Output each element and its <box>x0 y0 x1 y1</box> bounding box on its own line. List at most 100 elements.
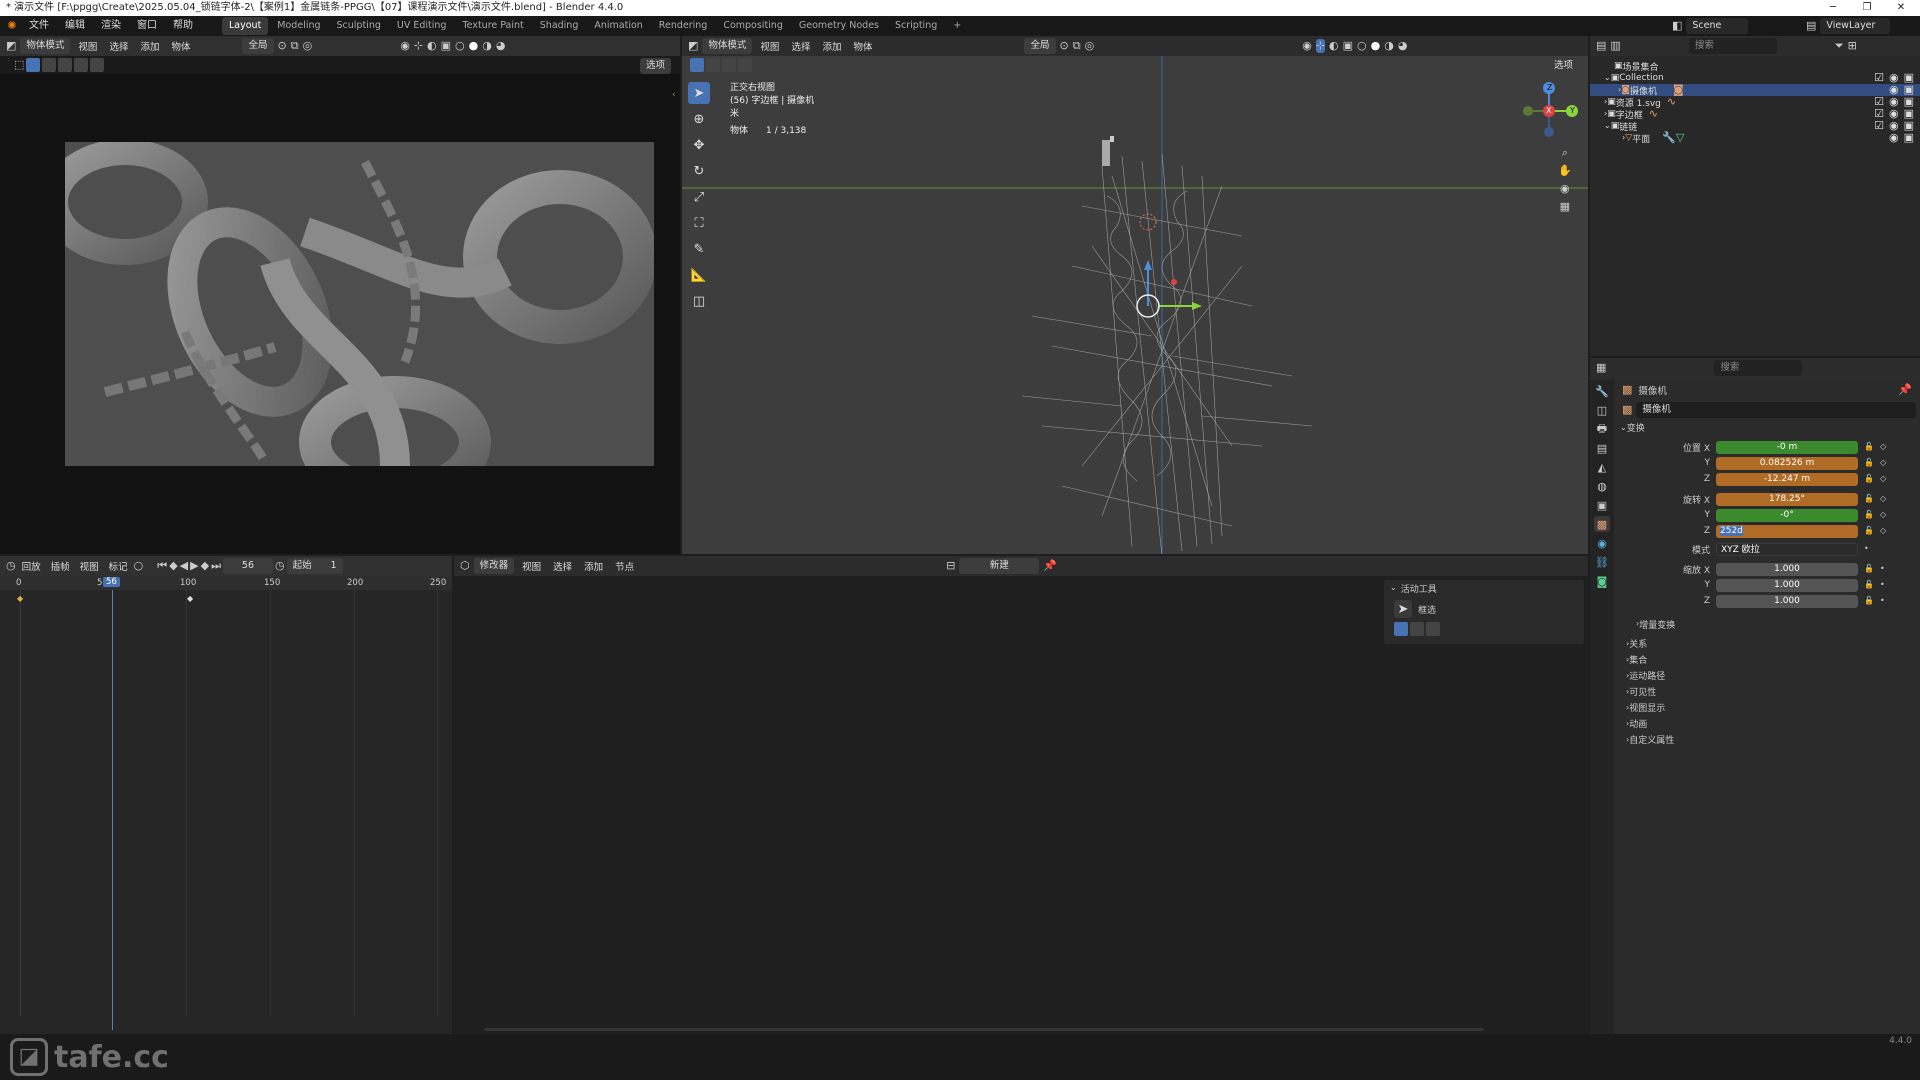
object-type-icon[interactable]: ▩ <box>1622 403 1632 417</box>
eye-icon[interactable]: ◉ <box>1889 131 1899 145</box>
jump-end-icon[interactable]: ⏭ <box>211 559 221 573</box>
workspace-tab-uv-editing[interactable]: UV Editing <box>390 17 454 35</box>
select-invert-icon[interactable] <box>74 58 89 72</box>
move-tool-icon[interactable]: ✥ <box>688 134 710 156</box>
menu-view[interactable]: 视图 <box>76 559 103 573</box>
mode-dropdown[interactable]: 物体模式 <box>20 38 71 54</box>
keyframe-dot-icon[interactable]: • <box>1880 578 1885 592</box>
cursor-tool-icon[interactable]: ⊕ <box>688 108 710 130</box>
physics-tab-icon[interactable]: ◉ <box>1594 535 1610 551</box>
collection-tab-icon[interactable]: ▣ <box>1594 497 1610 513</box>
keyframe-icon[interactable]: ◇ <box>1880 524 1886 538</box>
select-subtract-icon[interactable] <box>58 58 73 72</box>
node-menu-add[interactable]: 添加 <box>580 559 607 573</box>
overlay-icon[interactable]: ◐ <box>427 39 437 53</box>
keyframe-1-icon[interactable]: ◆ <box>17 594 23 603</box>
options-button[interactable]: 选项 <box>640 58 672 74</box>
mode-subtract-icon[interactable] <box>1426 622 1440 636</box>
node-editor-type-icon[interactable]: ⬡ <box>460 559 470 573</box>
transform-section-header[interactable]: ⌄ 变换 <box>1616 420 1916 436</box>
timeline-editor-icon[interactable]: ◷ <box>6 559 16 573</box>
outliner-row-svg[interactable]: › ▣ 资源 1.svg ∿ ☑ ◉ ▣ <box>1590 95 1920 109</box>
scene-tab-icon[interactable]: ◭ <box>1594 459 1610 475</box>
editor-type-icon[interactable]: ◩ <box>6 39 16 53</box>
scene-icon[interactable]: ◧ <box>1672 19 1682 33</box>
keyframe-icon[interactable]: ◇ <box>1880 440 1886 454</box>
custom-properties-section[interactable]: › 自定义属性 <box>1616 732 1916 748</box>
clock-icon[interactable]: ◷ <box>275 559 285 573</box>
viewlayer-selector[interactable]: ViewLayer <box>1820 18 1891 34</box>
frame-ruler[interactable] <box>0 576 452 590</box>
select-new-icon[interactable] <box>26 58 41 72</box>
animation-section[interactable]: › 动画 <box>1616 716 1916 732</box>
node-tree-icon[interactable]: ⊟ <box>946 559 955 573</box>
menu-keying[interactable]: 插帧 <box>47 559 74 573</box>
node-menu-node[interactable]: 节点 <box>611 559 638 573</box>
keyframe-icon[interactable]: ◇ <box>1880 472 1886 486</box>
menu-select[interactable]: 选择 <box>105 39 132 53</box>
select-extend-icon[interactable] <box>42 58 57 72</box>
next-key-icon[interactable]: ◆ <box>201 559 209 573</box>
viewlayer-icon[interactable]: ▤ <box>1806 19 1816 33</box>
collapse-arrow-icon[interactable]: ⌄ <box>1390 581 1397 595</box>
properties-type-icon[interactable]: ▦ <box>1596 361 1606 375</box>
new-node-tree-button[interactable]: 新建 <box>959 558 1040 574</box>
record-icon[interactable]: ○ <box>134 559 144 573</box>
pin-icon[interactable]: 📌 <box>1043 559 1057 573</box>
rotate-tool-icon[interactable]: ↻ <box>688 160 710 182</box>
view-layer-tab-icon[interactable]: ▤ <box>1594 440 1610 456</box>
keyframe-dot-icon[interactable]: • <box>1880 562 1885 576</box>
menu-edit[interactable]: 编辑 <box>58 16 92 36</box>
xray-icon[interactable]: ▣ <box>441 39 451 53</box>
workspace-tab-shading[interactable]: Shading <box>533 17 586 35</box>
keyframe-2-icon[interactable]: ◆ <box>187 594 193 603</box>
add-cube-tool-icon[interactable]: ◫ <box>688 290 710 312</box>
outliner-row-camera[interactable]: › ◙ 摄像机 ◙ ◉ ▣ <box>1590 83 1920 97</box>
outliner-search-input[interactable]: 搜索 <box>1688 38 1777 54</box>
outliner-type-icon[interactable]: ▤ <box>1596 39 1606 53</box>
workspace-tab-scripting[interactable]: Scripting <box>888 17 944 35</box>
select-intersect-icon[interactable] <box>90 58 105 72</box>
delta-transform-section[interactable]: › 增量变换 <box>1616 616 1916 632</box>
minimize-button[interactable]: ─ <box>1818 0 1848 16</box>
play-icon[interactable]: ▶ <box>190 559 198 573</box>
expand-arrow-icon[interactable]: ⌄ <box>1604 71 1611 85</box>
menu-playback[interactable]: 回放 <box>18 559 45 573</box>
lock-icon[interactable]: 🔓 <box>1864 508 1874 522</box>
node-menu-select[interactable]: 选择 <box>549 559 576 573</box>
outliner-row-collection[interactable]: ⌄ ▣ Collection ☑ ◉ ▣ <box>1590 71 1920 85</box>
new-collection-icon[interactable]: ⊞ <box>1848 39 1857 53</box>
shading-material-icon[interactable]: ◑ <box>482 39 492 53</box>
render-tab-icon[interactable]: ◫ <box>1594 402 1610 418</box>
transform-tool-icon[interactable]: ⛶ <box>688 212 710 234</box>
maximize-button[interactable]: ❐ <box>1852 0 1882 16</box>
viewport-display-section[interactable]: › 视图显示 <box>1616 700 1916 716</box>
scene-selector[interactable]: Scene <box>1686 18 1749 34</box>
menu-view[interactable]: 视图 <box>74 39 101 53</box>
keyframe-icon[interactable]: ◇ <box>1880 456 1886 470</box>
world-tab-icon[interactable]: ◍ <box>1594 478 1610 494</box>
mode-new-icon[interactable] <box>1394 622 1408 636</box>
collapse-arrow-icon[interactable]: ‹ <box>672 88 676 102</box>
lock-icon[interactable]: 🔓 <box>1864 562 1874 576</box>
location-z-field[interactable]: -12.247 m <box>1716 472 1858 486</box>
menu-window[interactable]: 窗口 <box>130 16 164 36</box>
playhead-line[interactable] <box>112 590 113 1030</box>
scale-y-field[interactable]: 1.000 <box>1716 578 1858 592</box>
expand-arrow-icon[interactable]: ⌄ <box>1604 119 1611 133</box>
workspace-tab-geometry-nodes[interactable]: Geometry Nodes <box>792 17 886 35</box>
start-frame-field[interactable]: 起始 1 <box>286 558 343 574</box>
menu-object[interactable]: 物体 <box>167 39 194 53</box>
mode-extend-icon[interactable] <box>1410 622 1424 636</box>
data-tab-icon[interactable]: ◙ <box>1594 573 1610 589</box>
pan-hand-icon[interactable]: ✋ <box>1558 164 1572 178</box>
keyframe-icon[interactable]: ◇ <box>1880 508 1886 522</box>
zoom-icon[interactable]: ⌕ <box>1558 146 1572 160</box>
workspace-tab-compositing[interactable]: Compositing <box>716 17 790 35</box>
shading-wire-icon[interactable]: ○ <box>455 39 465 53</box>
ortho-grid-icon[interactable]: ▦ <box>1558 200 1572 214</box>
menu-add[interactable]: 添加 <box>136 39 163 53</box>
workspace-tab-modeling[interactable]: Modeling <box>270 17 327 35</box>
gizmo-icon[interactable]: ⊹ <box>414 39 423 53</box>
rotation-z-field[interactable]: 252d <box>1716 524 1858 538</box>
